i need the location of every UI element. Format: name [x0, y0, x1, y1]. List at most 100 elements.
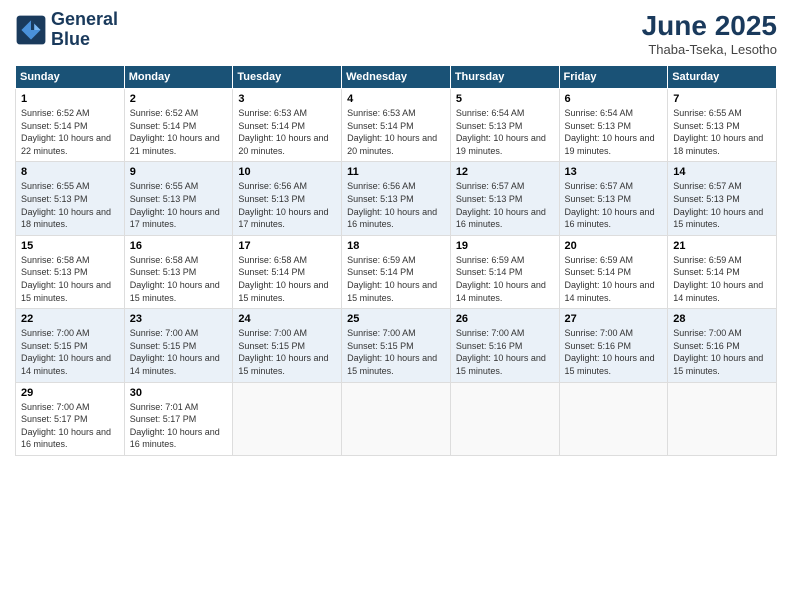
table-row: 26 Sunrise: 7:00 AMSunset: 5:16 PMDaylig…: [450, 309, 559, 382]
day-info: Sunrise: 7:00 AMSunset: 5:17 PMDaylight:…: [21, 401, 119, 451]
day-number: 13: [565, 166, 663, 178]
day-info: Sunrise: 7:00 AMSunset: 5:15 PMDaylight:…: [347, 327, 445, 377]
table-row: 17 Sunrise: 6:58 AMSunset: 5:14 PMDaylig…: [233, 235, 342, 308]
col-friday: Friday: [559, 66, 668, 89]
day-number: 2: [130, 93, 228, 105]
day-info: Sunrise: 6:55 AMSunset: 5:13 PMDaylight:…: [21, 180, 119, 230]
day-info: Sunrise: 7:00 AMSunset: 5:15 PMDaylight:…: [238, 327, 336, 377]
day-info: Sunrise: 6:54 AMSunset: 5:13 PMDaylight:…: [565, 107, 663, 157]
day-number: 28: [673, 313, 771, 325]
day-number: 18: [347, 240, 445, 252]
day-number: 23: [130, 313, 228, 325]
table-row: 2 Sunrise: 6:52 AMSunset: 5:14 PMDayligh…: [124, 89, 233, 162]
day-info: Sunrise: 6:56 AMSunset: 5:13 PMDaylight:…: [238, 180, 336, 230]
table-row: 19 Sunrise: 6:59 AMSunset: 5:14 PMDaylig…: [450, 235, 559, 308]
day-number: 16: [130, 240, 228, 252]
table-row: 4 Sunrise: 6:53 AMSunset: 5:14 PMDayligh…: [342, 89, 451, 162]
day-info: Sunrise: 6:55 AMSunset: 5:13 PMDaylight:…: [130, 180, 228, 230]
table-row: 6 Sunrise: 6:54 AMSunset: 5:13 PMDayligh…: [559, 89, 668, 162]
month-title: June 2025: [642, 10, 777, 42]
location-subtitle: Thaba-Tseka, Lesotho: [642, 42, 777, 57]
day-info: Sunrise: 6:53 AMSunset: 5:14 PMDaylight:…: [238, 107, 336, 157]
day-number: 12: [456, 166, 554, 178]
calendar-container: General Blue June 2025 Thaba-Tseka, Leso…: [0, 0, 792, 612]
calendar-week-row: 15 Sunrise: 6:58 AMSunset: 5:13 PMDaylig…: [16, 235, 777, 308]
day-info: Sunrise: 7:00 AMSunset: 5:15 PMDaylight:…: [21, 327, 119, 377]
table-row: 7 Sunrise: 6:55 AMSunset: 5:13 PMDayligh…: [668, 89, 777, 162]
table-row: 25 Sunrise: 7:00 AMSunset: 5:15 PMDaylig…: [342, 309, 451, 382]
day-info: Sunrise: 6:59 AMSunset: 5:14 PMDaylight:…: [347, 254, 445, 304]
day-number: 17: [238, 240, 336, 252]
table-row: 12 Sunrise: 6:57 AMSunset: 5:13 PMDaylig…: [450, 162, 559, 235]
table-row: 29 Sunrise: 7:00 AMSunset: 5:17 PMDaylig…: [16, 382, 125, 455]
day-info: Sunrise: 6:59 AMSunset: 5:14 PMDaylight:…: [565, 254, 663, 304]
calendar-table: Sunday Monday Tuesday Wednesday Thursday…: [15, 65, 777, 456]
table-row: [559, 382, 668, 455]
day-info: Sunrise: 6:57 AMSunset: 5:13 PMDaylight:…: [456, 180, 554, 230]
table-row: [233, 382, 342, 455]
table-row: 13 Sunrise: 6:57 AMSunset: 5:13 PMDaylig…: [559, 162, 668, 235]
day-info: Sunrise: 6:52 AMSunset: 5:14 PMDaylight:…: [21, 107, 119, 157]
day-info: Sunrise: 6:59 AMSunset: 5:14 PMDaylight:…: [673, 254, 771, 304]
table-row: 20 Sunrise: 6:59 AMSunset: 5:14 PMDaylig…: [559, 235, 668, 308]
day-number: 10: [238, 166, 336, 178]
title-block: June 2025 Thaba-Tseka, Lesotho: [642, 10, 777, 57]
day-number: 20: [565, 240, 663, 252]
table-row: 5 Sunrise: 6:54 AMSunset: 5:13 PMDayligh…: [450, 89, 559, 162]
table-row: 21 Sunrise: 6:59 AMSunset: 5:14 PMDaylig…: [668, 235, 777, 308]
table-row: 16 Sunrise: 6:58 AMSunset: 5:13 PMDaylig…: [124, 235, 233, 308]
table-row: 18 Sunrise: 6:59 AMSunset: 5:14 PMDaylig…: [342, 235, 451, 308]
day-number: 22: [21, 313, 119, 325]
logo-icon: [15, 14, 47, 46]
table-row: 8 Sunrise: 6:55 AMSunset: 5:13 PMDayligh…: [16, 162, 125, 235]
logo-line2: Blue: [51, 30, 118, 50]
day-info: Sunrise: 7:00 AMSunset: 5:16 PMDaylight:…: [673, 327, 771, 377]
day-number: 7: [673, 93, 771, 105]
table-row: 22 Sunrise: 7:00 AMSunset: 5:15 PMDaylig…: [16, 309, 125, 382]
table-row: 11 Sunrise: 6:56 AMSunset: 5:13 PMDaylig…: [342, 162, 451, 235]
day-number: 6: [565, 93, 663, 105]
day-number: 9: [130, 166, 228, 178]
day-info: Sunrise: 6:56 AMSunset: 5:13 PMDaylight:…: [347, 180, 445, 230]
day-info: Sunrise: 6:54 AMSunset: 5:13 PMDaylight:…: [456, 107, 554, 157]
calendar-week-row: 8 Sunrise: 6:55 AMSunset: 5:13 PMDayligh…: [16, 162, 777, 235]
day-number: 5: [456, 93, 554, 105]
col-wednesday: Wednesday: [342, 66, 451, 89]
day-number: 30: [130, 387, 228, 399]
day-number: 1: [21, 93, 119, 105]
day-number: 3: [238, 93, 336, 105]
day-number: 14: [673, 166, 771, 178]
day-info: Sunrise: 6:55 AMSunset: 5:13 PMDaylight:…: [673, 107, 771, 157]
calendar-header-row: Sunday Monday Tuesday Wednesday Thursday…: [16, 66, 777, 89]
logo-line1: General: [51, 10, 118, 30]
table-row: 23 Sunrise: 7:00 AMSunset: 5:15 PMDaylig…: [124, 309, 233, 382]
calendar-week-row: 29 Sunrise: 7:00 AMSunset: 5:17 PMDaylig…: [16, 382, 777, 455]
table-row: 14 Sunrise: 6:57 AMSunset: 5:13 PMDaylig…: [668, 162, 777, 235]
table-row: [668, 382, 777, 455]
logo: General Blue: [15, 10, 118, 50]
table-row: 1 Sunrise: 6:52 AMSunset: 5:14 PMDayligh…: [16, 89, 125, 162]
day-number: 11: [347, 166, 445, 178]
day-info: Sunrise: 6:57 AMSunset: 5:13 PMDaylight:…: [565, 180, 663, 230]
day-info: Sunrise: 6:52 AMSunset: 5:14 PMDaylight:…: [130, 107, 228, 157]
col-saturday: Saturday: [668, 66, 777, 89]
table-row: 27 Sunrise: 7:00 AMSunset: 5:16 PMDaylig…: [559, 309, 668, 382]
day-number: 26: [456, 313, 554, 325]
day-info: Sunrise: 7:00 AMSunset: 5:16 PMDaylight:…: [456, 327, 554, 377]
col-sunday: Sunday: [16, 66, 125, 89]
table-row: 30 Sunrise: 7:01 AMSunset: 5:17 PMDaylig…: [124, 382, 233, 455]
table-row: [450, 382, 559, 455]
col-tuesday: Tuesday: [233, 66, 342, 89]
day-number: 21: [673, 240, 771, 252]
day-number: 24: [238, 313, 336, 325]
day-info: Sunrise: 6:53 AMSunset: 5:14 PMDaylight:…: [347, 107, 445, 157]
day-info: Sunrise: 7:01 AMSunset: 5:17 PMDaylight:…: [130, 401, 228, 451]
col-monday: Monday: [124, 66, 233, 89]
day-info: Sunrise: 6:58 AMSunset: 5:13 PMDaylight:…: [130, 254, 228, 304]
day-info: Sunrise: 6:58 AMSunset: 5:13 PMDaylight:…: [21, 254, 119, 304]
table-row: 24 Sunrise: 7:00 AMSunset: 5:15 PMDaylig…: [233, 309, 342, 382]
day-info: Sunrise: 6:57 AMSunset: 5:13 PMDaylight:…: [673, 180, 771, 230]
day-number: 8: [21, 166, 119, 178]
day-number: 27: [565, 313, 663, 325]
table-row: 3 Sunrise: 6:53 AMSunset: 5:14 PMDayligh…: [233, 89, 342, 162]
